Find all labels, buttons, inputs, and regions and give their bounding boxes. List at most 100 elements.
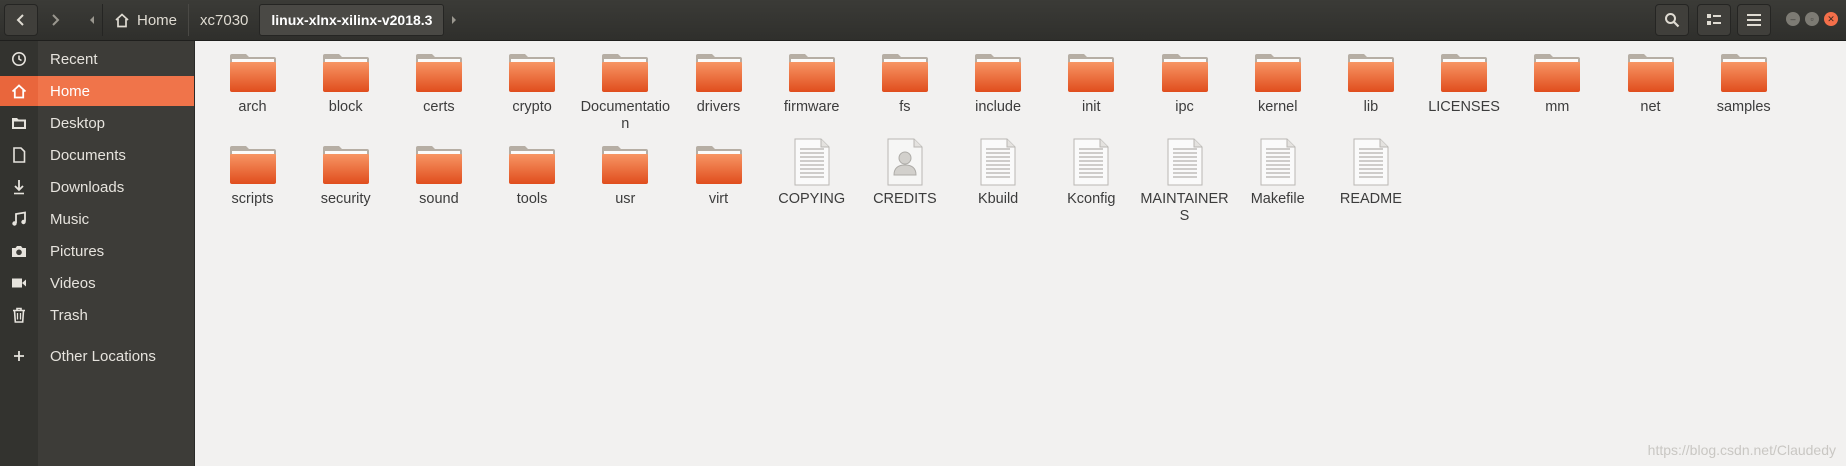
chevron-left-icon: [16, 14, 24, 26]
folder-item[interactable]: crypto: [486, 53, 579, 116]
folder-item[interactable]: mm: [1511, 53, 1604, 116]
folder-item[interactable]: Documentation: [579, 53, 672, 133]
folder-item[interactable]: sound: [392, 145, 485, 208]
file-name: CREDITS: [873, 191, 937, 207]
menu-button[interactable]: [1737, 4, 1771, 36]
text-document-icon: [1165, 138, 1205, 186]
sidebar-item-label: Videos: [50, 274, 96, 292]
file-name: arch: [238, 99, 267, 115]
breadcrumb-xc7030[interactable]: xc7030: [188, 4, 259, 36]
search-icon: [1665, 13, 1680, 28]
folder-item[interactable]: scripts: [206, 145, 299, 208]
file-name: COPYING: [778, 191, 846, 207]
breadcrumb-scroll-left[interactable]: [82, 4, 102, 36]
folder-item[interactable]: block: [299, 53, 392, 116]
folder-item[interactable]: firmware: [765, 53, 858, 116]
file-item[interactable]: COPYING: [765, 138, 858, 208]
sidebar-item-downloads[interactable]: Downloads: [0, 172, 194, 202]
triangle-right-icon: [452, 16, 457, 24]
folder-icon: [1440, 53, 1488, 93]
sidebar-item-trash[interactable]: Trash: [0, 300, 194, 330]
text-document-icon: [1258, 138, 1298, 186]
sidebar-item-documents[interactable]: Documents: [0, 140, 194, 170]
sidebar-item-other-locations[interactable]: Other Locations: [0, 341, 194, 371]
folder-item[interactable]: security: [299, 145, 392, 208]
folder-icon: [1347, 53, 1395, 93]
sidebar-item-desktop[interactable]: Desktop: [0, 108, 194, 138]
file-item[interactable]: CREDITS: [858, 138, 951, 208]
folder-item[interactable]: init: [1045, 53, 1138, 116]
file-item[interactable]: Kconfig: [1045, 138, 1138, 208]
sidebar-item-pictures[interactable]: Pictures: [0, 236, 194, 266]
forward-button[interactable]: [38, 4, 72, 36]
sidebar-item-recent[interactable]: Recent: [0, 44, 194, 74]
breadcrumb-label: xc7030: [200, 11, 249, 29]
maximize-button[interactable]: ▫: [1805, 12, 1819, 26]
breadcrumb: Home xc7030 linux-xlnx-xilinx-v2018.3: [82, 4, 464, 36]
sidebar-item-label: Trash: [50, 306, 88, 324]
sidebar-item-music[interactable]: Music: [0, 204, 194, 234]
folder-item[interactable]: usr: [579, 145, 672, 208]
file-item[interactable]: README: [1324, 138, 1417, 208]
folder-icon: [229, 53, 277, 93]
watermark: https://blog.csdn.net/Claudedy: [1647, 442, 1836, 458]
view-toggle-button[interactable]: [1697, 4, 1731, 36]
breadcrumb-scroll-right[interactable]: [444, 4, 464, 36]
folder-item[interactable]: lib: [1324, 53, 1417, 116]
file-name: lib: [1363, 99, 1379, 115]
back-button[interactable]: [4, 4, 38, 36]
sidebar-item-videos[interactable]: Videos: [0, 268, 194, 298]
text-document-icon: [1071, 138, 1111, 186]
folder-item[interactable]: drivers: [672, 53, 765, 116]
file-item[interactable]: Kbuild: [952, 138, 1045, 208]
folder-icon: [695, 145, 743, 185]
breadcrumb-current[interactable]: linux-xlnx-xilinx-v2018.3: [259, 4, 445, 36]
folder-item[interactable]: include: [952, 53, 1045, 116]
folder-item[interactable]: certs: [392, 53, 485, 116]
file-name: LICENSES: [1428, 99, 1500, 115]
folder-item[interactable]: fs: [858, 53, 951, 116]
music-icon: [0, 204, 38, 234]
folder-icon: [601, 53, 649, 93]
sidebar-item-label: Home: [50, 82, 91, 100]
folder-icon: [0, 108, 38, 138]
hamburger-icon: [1747, 14, 1761, 26]
folder-icon: [508, 53, 556, 93]
file-view[interactable]: arch block certs crypto Documentation drivers…: [195, 41, 1846, 466]
close-button[interactable]: ✕: [1824, 12, 1838, 26]
file-name: security: [320, 191, 371, 207]
folder-item[interactable]: net: [1604, 53, 1697, 116]
sidebar-item-label: Pictures: [50, 242, 105, 260]
folder-item[interactable]: kernel: [1231, 53, 1324, 116]
folder-item[interactable]: LICENSES: [1418, 53, 1511, 116]
folder-item[interactable]: arch: [206, 53, 299, 116]
download-icon: [0, 172, 38, 202]
folder-icon: [415, 53, 463, 93]
trash-icon: [0, 300, 38, 330]
folder-icon: [1533, 53, 1581, 93]
minimize-icon: –: [1790, 13, 1796, 24]
file-name: sound: [419, 191, 459, 207]
minimize-button[interactable]: –: [1786, 12, 1800, 26]
breadcrumb-home[interactable]: Home: [102, 4, 188, 36]
folder-icon: [974, 53, 1022, 93]
folder-item[interactable]: samples: [1697, 53, 1790, 116]
folder-icon: [322, 53, 370, 93]
folder-icon: [788, 53, 836, 93]
file-name: mm: [1545, 99, 1570, 115]
file-item[interactable]: MAINTAINERS: [1138, 138, 1231, 225]
search-button[interactable]: [1655, 4, 1689, 36]
folder-item[interactable]: tools: [486, 145, 579, 208]
sidebar-item-label: Music: [50, 210, 90, 228]
folder-icon: [322, 145, 370, 185]
file-name: net: [1640, 99, 1661, 115]
sidebar-item-home[interactable]: Home: [0, 76, 194, 106]
sidebar-item-label: Desktop: [50, 114, 106, 132]
file-item[interactable]: Makefile: [1231, 138, 1324, 208]
folder-item[interactable]: ipc: [1138, 53, 1231, 116]
text-document-icon: [978, 138, 1018, 186]
chevron-right-icon: [52, 14, 60, 26]
file-name: virt: [708, 191, 729, 207]
folder-icon: [415, 145, 463, 185]
folder-item[interactable]: virt: [672, 145, 765, 208]
